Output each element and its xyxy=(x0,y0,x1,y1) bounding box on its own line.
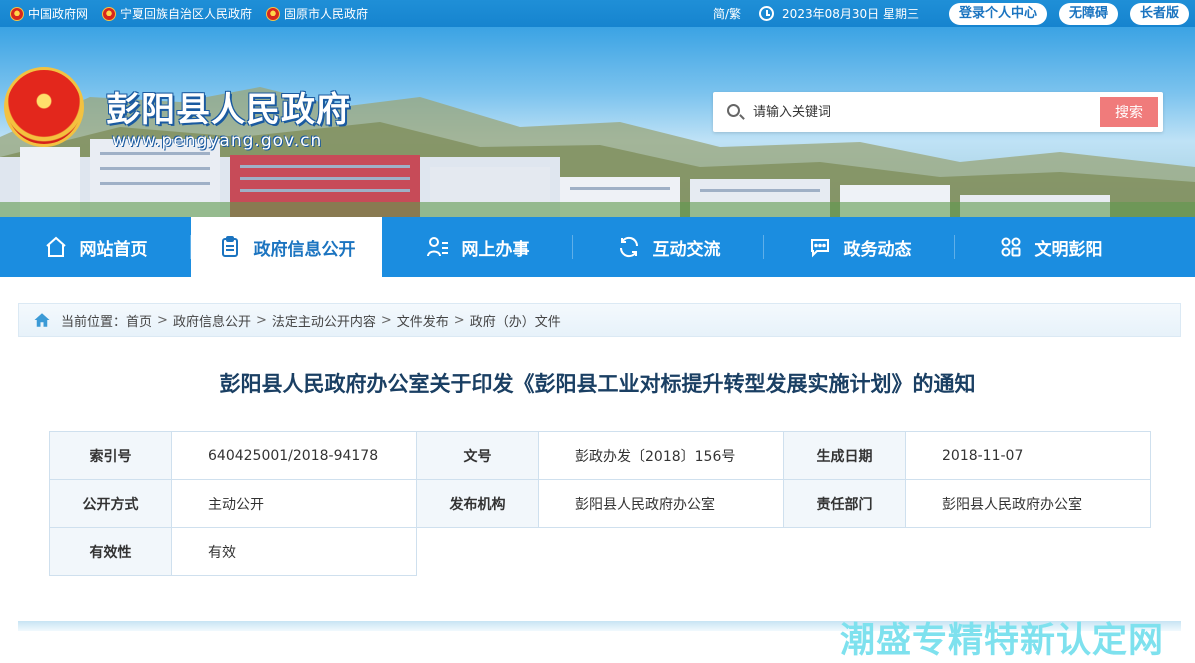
nav-civilized-pengyang[interactable]: 文明彭阳 xyxy=(955,217,1146,277)
search-icon xyxy=(727,104,740,117)
nav-interaction-label: 互动交流 xyxy=(652,239,721,260)
home-icon xyxy=(34,313,50,327)
nav-info-disclosure-label: 政府信息公开 xyxy=(253,239,356,260)
current-date: 2023年08月30日 星期三 xyxy=(782,7,919,21)
nav-home[interactable]: 网站首页 xyxy=(0,217,191,277)
nav-online-service-label: 网上办事 xyxy=(461,239,530,260)
elder-mode-button[interactable]: 长者版 xyxy=(1129,2,1189,25)
meta-label-docno: 文号 xyxy=(416,431,539,480)
emblem-icon xyxy=(102,6,117,21)
meta-value-validity: 有效 xyxy=(171,527,417,576)
nav-info-disclosure[interactable]: 政府信息公开 xyxy=(191,217,382,277)
login-button[interactable]: 登录个人中心 xyxy=(948,2,1047,25)
clock-icon xyxy=(759,6,775,21)
nav-civilized-pengyang-label: 文明彭阳 xyxy=(1034,239,1103,260)
search-input[interactable] xyxy=(753,100,1093,124)
site-url: www.pengyang.gov.cn xyxy=(112,131,323,151)
watermark: 潮盛专精特新认定网 xyxy=(840,621,1165,661)
nav-online-service[interactable]: 网上办事 xyxy=(382,217,573,277)
breadcrumb-item[interactable]: 文件发布 xyxy=(397,311,449,330)
link-ningxia-label: 宁夏回族自治区人民政府 xyxy=(120,7,253,21)
header-banner: 彭阳县人民政府 www.pengyang.gov.cn 搜索 xyxy=(0,27,1195,217)
meta-value-docno: 彭政办发〔2018〕156号 xyxy=(538,431,784,480)
breadcrumb-item[interactable]: 政府信息公开 xyxy=(173,311,251,330)
search-button[interactable]: 搜索 xyxy=(1100,97,1158,127)
link-guyuan-label: 固原市人民政府 xyxy=(284,7,369,21)
document-meta-table: 索引号 640425001/2018-94178 文号 彭政办发〔2018〕15… xyxy=(49,431,1151,576)
table-row: 有效性 有效 xyxy=(49,527,1151,576)
top-links: 中国政府网 宁夏回族自治区人民政府 固原市人民政府 xyxy=(10,0,368,27)
link-gov-cn[interactable]: 中国政府网 xyxy=(10,5,88,22)
emblem-icon xyxy=(266,6,281,21)
meta-label-issuer: 发布机构 xyxy=(416,479,539,528)
nav-gov-news-label: 政务动态 xyxy=(843,239,912,260)
breadcrumb-item[interactable]: 首页 xyxy=(126,311,152,330)
grid-icon xyxy=(1001,237,1020,257)
chat-bubble-icon xyxy=(810,239,829,258)
lang-switch[interactable]: 简/繁 xyxy=(713,5,741,22)
accessibility-button[interactable]: 无障碍 xyxy=(1058,2,1118,25)
breadcrumb-separator: > xyxy=(453,312,465,328)
home-icon xyxy=(45,236,66,257)
meta-label-dept: 责任部门 xyxy=(783,479,906,528)
link-guyuan[interactable]: 固原市人民政府 xyxy=(266,5,368,22)
meta-label-index: 索引号 xyxy=(49,431,172,480)
search-box: 搜索 xyxy=(713,92,1163,132)
meta-value-date: 2018-11-07 xyxy=(905,431,1151,480)
main-nav: 网站首页 政府信息公开 网上办事 互动交流 政务动态 文明彭阳 xyxy=(0,217,1195,277)
top-bar: 中国政府网 宁夏回族自治区人民政府 固原市人民政府 简/繁 2023年08月30… xyxy=(0,0,1195,27)
nav-home-label: 网站首页 xyxy=(79,239,148,260)
meta-label-validity: 有效性 xyxy=(49,527,172,576)
table-row: 公开方式 主动公开 发布机构 彭阳县人民政府办公室 责任部门 彭阳县人民政府办公… xyxy=(49,479,1151,528)
meta-value-issuer: 彭阳县人民政府办公室 xyxy=(538,479,784,528)
breadcrumb-item[interactable]: 法定主动公开内容 xyxy=(272,311,376,330)
breadcrumb-separator: > xyxy=(255,312,267,328)
person-list-icon xyxy=(426,237,448,257)
meta-value-dept: 彭阳县人民政府办公室 xyxy=(905,479,1151,528)
document-icon xyxy=(221,236,238,257)
nav-gov-news[interactable]: 政务动态 xyxy=(764,217,955,277)
breadcrumb-item[interactable]: 政府（办）文件 xyxy=(470,311,561,330)
site-title: 彭阳县人民政府 xyxy=(106,90,351,130)
breadcrumb-separator: > xyxy=(380,312,392,328)
national-emblem-logo xyxy=(4,67,84,147)
meta-empty-cell xyxy=(416,527,1151,576)
link-ningxia[interactable]: 宁夏回族自治区人民政府 xyxy=(102,5,252,22)
breadcrumb-prefix: 当前位置： xyxy=(61,314,127,330)
meta-label-method: 公开方式 xyxy=(49,479,172,528)
emblem-icon xyxy=(10,6,24,21)
meta-value-method: 主动公开 xyxy=(171,479,417,528)
breadcrumb: 当前位置： 首页 > 政府信息公开 > 法定主动公开内容 > 文件发布 > 政府… xyxy=(18,303,1181,337)
nav-interaction[interactable]: 互动交流 xyxy=(573,217,764,277)
top-right: 简/繁 2023年08月30日 星期三 登录个人中心 无障碍 长者版 xyxy=(713,0,1189,27)
document-title: 彭阳县人民政府办公室关于印发《彭阳县工业对标提升转型发展实施计划》的通知 xyxy=(219,372,976,396)
meta-value-index: 640425001/2018-94178 xyxy=(171,431,417,480)
table-row: 索引号 640425001/2018-94178 文号 彭政办发〔2018〕15… xyxy=(49,431,1151,480)
refresh-icon xyxy=(619,236,638,258)
breadcrumb-separator: > xyxy=(157,312,168,328)
link-gov-cn-label: 中国政府网 xyxy=(28,7,89,21)
meta-label-date: 生成日期 xyxy=(783,431,906,480)
